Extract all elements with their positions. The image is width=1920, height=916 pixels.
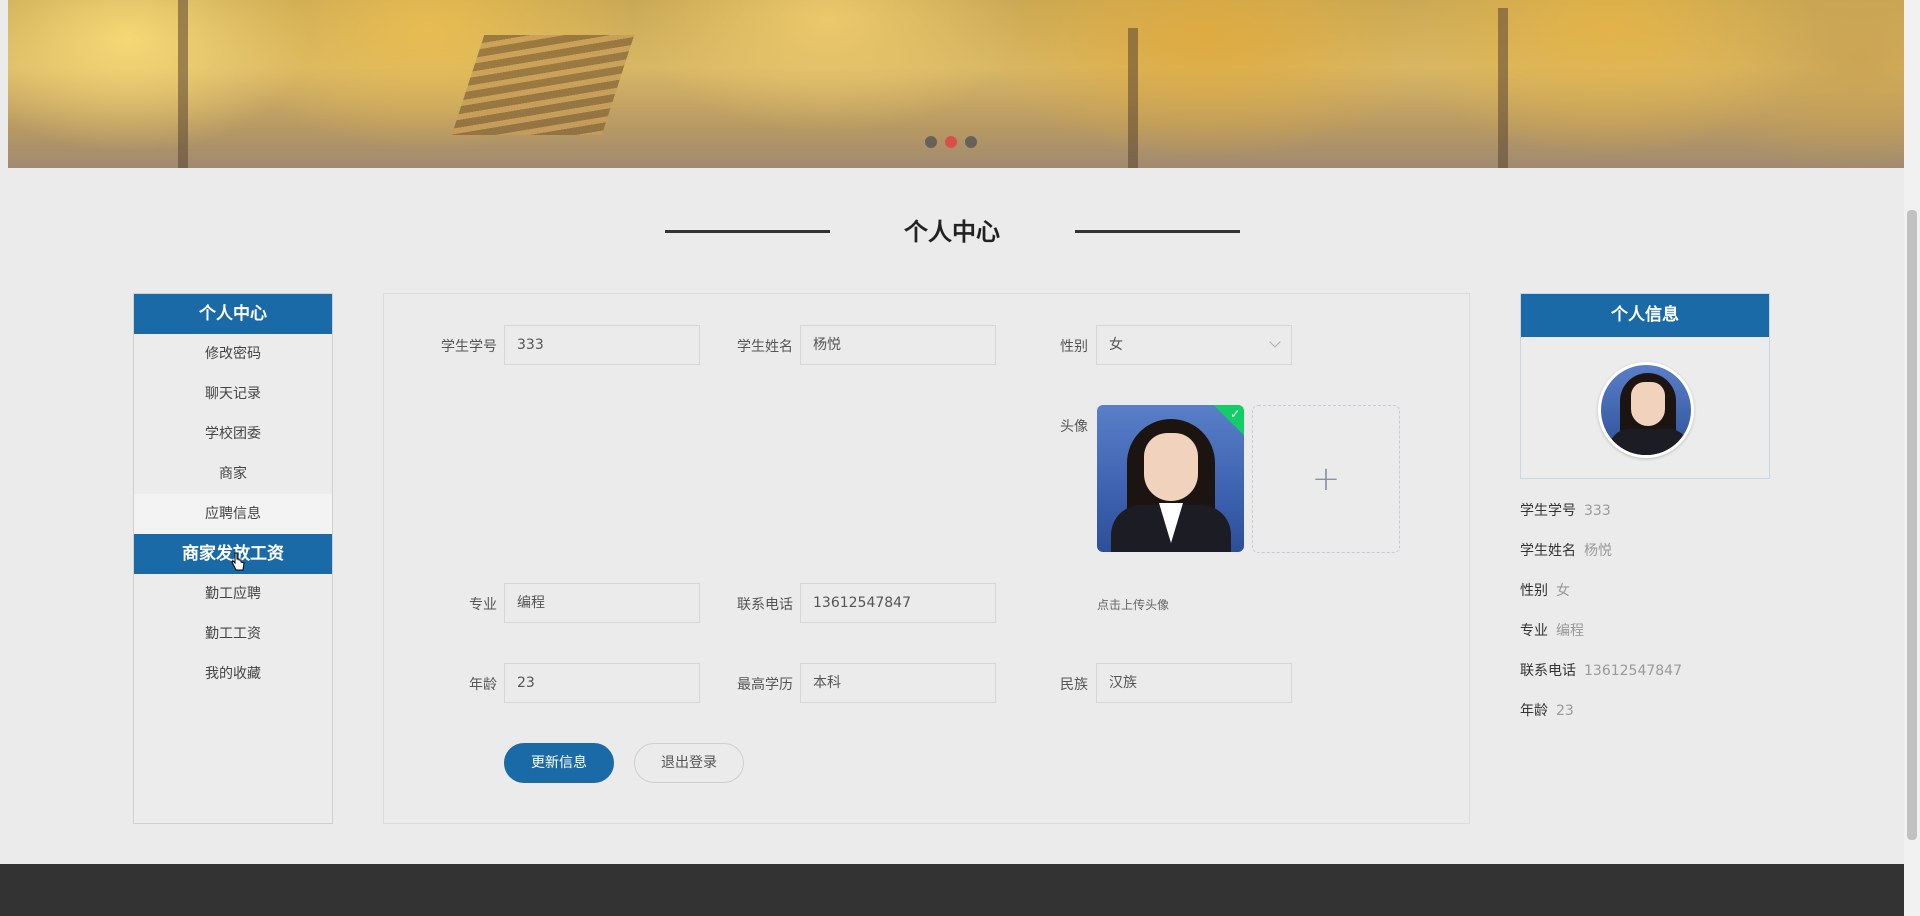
- phone-label: 联系电话: [737, 597, 793, 613]
- age-input[interactable]: 23: [504, 663, 700, 703]
- info-panel-title: 个人信息: [1521, 294, 1769, 337]
- menu-item-work-study-salary[interactable]: 勤工工资: [134, 614, 332, 654]
- menu-item-merchant[interactable]: 商家: [134, 454, 332, 494]
- menu-item-chat-history[interactable]: 聊天记录: [134, 374, 332, 414]
- gender-value: 女: [1109, 337, 1123, 353]
- scrollbar-thumb[interactable]: [1907, 210, 1917, 840]
- title-divider-right: [1075, 230, 1240, 233]
- menu-item-work-study-apply[interactable]: 勤工应聘: [134, 574, 332, 614]
- avatar: [1598, 362, 1694, 458]
- age-label: 年龄: [469, 677, 497, 693]
- tree-trunk: [178, 0, 188, 168]
- upload-tip: 点击上传头像: [1097, 598, 1170, 612]
- upload-success-icon: ✓: [1212, 405, 1244, 437]
- menu-item-school-league[interactable]: 学校团委: [134, 414, 332, 454]
- update-info-button[interactable]: 更新信息: [504, 743, 614, 783]
- carousel-dot-1[interactable]: [925, 136, 937, 148]
- ethnicity-input[interactable]: 汉族: [1096, 663, 1292, 703]
- tree-trunk: [1128, 28, 1138, 168]
- avatar-image[interactable]: ✓: [1097, 405, 1244, 552]
- tree-trunk: [1498, 8, 1508, 168]
- major-input[interactable]: 编程: [504, 583, 700, 623]
- logout-button[interactable]: 退出登录: [634, 743, 744, 783]
- menu-item-favorites[interactable]: 我的收藏: [134, 654, 332, 694]
- menu-header[interactable]: 个人中心: [134, 294, 332, 334]
- hand-cursor-icon: [231, 552, 245, 571]
- major-label: 专业: [469, 597, 497, 613]
- phone-input[interactable]: 13612547847: [800, 583, 996, 623]
- info-row-gender: 性别女: [1520, 583, 1570, 599]
- menu-item-application-info[interactable]: 应聘信息: [134, 494, 332, 534]
- gender-select[interactable]: 女: [1096, 325, 1292, 365]
- carousel-dot-2[interactable]: [945, 136, 957, 148]
- student-name-label: 学生姓名: [737, 339, 793, 355]
- student-name-input[interactable]: 杨悦: [800, 325, 996, 365]
- student-no-input[interactable]: 333: [504, 325, 700, 365]
- avatar-upload-button[interactable]: +: [1252, 405, 1400, 553]
- student-no-label: 学生学号: [441, 339, 497, 355]
- menu-item-change-password[interactable]: 修改密码: [134, 334, 332, 374]
- education-label: 最高学历: [737, 677, 793, 693]
- personal-info-card: 个人信息: [1520, 293, 1770, 479]
- profile-form: 学生学号 333 学生姓名 杨悦 性别 女 头像 ✓ + 点击上传头像 专业 编…: [383, 293, 1470, 824]
- info-row-phone: 联系电话 13612547847: [1520, 663, 1682, 679]
- plus-icon: +: [1311, 459, 1341, 499]
- avatar-label: 头像: [1060, 419, 1088, 435]
- education-input[interactable]: 本科: [800, 663, 996, 703]
- info-row-major: 专业 编程: [1520, 623, 1584, 639]
- ethnicity-label: 民族: [1060, 677, 1088, 693]
- info-row-student-name: 学生姓名 杨悦: [1520, 543, 1612, 559]
- page-scrollbar[interactable]: [1904, 0, 1920, 916]
- page-title: 个人中心: [904, 218, 1000, 246]
- carousel-dots: [925, 136, 977, 148]
- bench-image: [451, 35, 635, 135]
- chevron-down-icon: [1269, 336, 1281, 348]
- info-row-student-no: 学生学号 333: [1520, 503, 1611, 519]
- footer: [0, 864, 1904, 916]
- info-row-age: 年龄 23: [1520, 703, 1574, 719]
- carousel-dot-3[interactable]: [965, 136, 977, 148]
- gender-label: 性别: [1060, 339, 1088, 355]
